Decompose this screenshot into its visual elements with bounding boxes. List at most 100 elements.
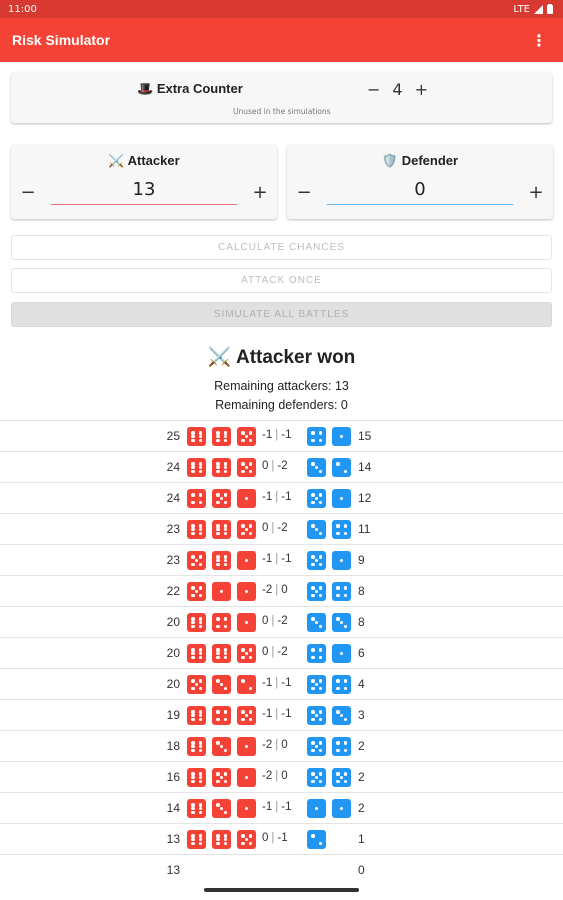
defender-die-2-icon bbox=[307, 830, 326, 849]
remaining-attackers: Remaining attackers: 13 bbox=[214, 379, 349, 393]
defender-plus-button[interactable]: + bbox=[519, 182, 553, 203]
defender-count: 1 bbox=[358, 832, 365, 846]
defender-loss: -1 bbox=[281, 677, 292, 689]
defender-die-4-icon bbox=[332, 582, 351, 601]
defender-dice bbox=[307, 706, 351, 725]
attacker-minus-button[interactable]: − bbox=[11, 182, 45, 203]
attacker-die-5-icon bbox=[237, 458, 256, 477]
attacker-die-5-icon bbox=[212, 768, 231, 787]
attacker-die-1-icon bbox=[237, 799, 256, 818]
defender-count: 12 bbox=[358, 491, 372, 505]
extra-counter-minus-button[interactable]: − bbox=[367, 80, 380, 99]
attacker-dice bbox=[187, 582, 256, 601]
defender-die-5-icon bbox=[307, 768, 326, 787]
defender-die-3-icon bbox=[307, 613, 326, 632]
defender-count: 2 bbox=[358, 739, 365, 753]
defender-count: 0 bbox=[358, 863, 365, 877]
defender-title: 🛡️ Defender bbox=[287, 153, 553, 169]
defender-die-1-icon bbox=[332, 489, 351, 508]
loss-summary: -1 | -1 bbox=[262, 429, 291, 441]
attacker-die-4-icon bbox=[212, 706, 231, 725]
battle-row: 23 0 | -2 11 bbox=[0, 513, 563, 544]
attacker-die-6-icon bbox=[187, 706, 206, 725]
top-hat-icon: 🎩 bbox=[137, 81, 154, 96]
attacker-die-2-icon bbox=[237, 675, 256, 694]
status-icons: LTE bbox=[513, 4, 553, 15]
attacker-loss: -1 bbox=[262, 708, 273, 720]
defender-input[interactable]: 0 bbox=[327, 179, 513, 205]
battle-row: 16 -2 | 0 2 bbox=[0, 761, 563, 792]
attacker-die-6-icon bbox=[212, 427, 231, 446]
battle-row: 20 -1 | -1 4 bbox=[0, 668, 563, 699]
defender-dice bbox=[307, 551, 351, 570]
defender-loss: -1 bbox=[281, 553, 292, 565]
attacker-die-6-icon bbox=[212, 644, 231, 663]
defender-count: 6 bbox=[358, 646, 365, 660]
attacker-dice bbox=[187, 489, 256, 508]
loss-separator: | bbox=[275, 553, 279, 565]
extra-counter-plus-button[interactable]: + bbox=[415, 80, 428, 99]
battle-row: 24 -1 | -1 12 bbox=[0, 482, 563, 513]
attacker-loss: -1 bbox=[262, 429, 273, 441]
loss-summary: -2 | 0 bbox=[262, 584, 288, 596]
battle-row: 19 -1 | -1 3 bbox=[0, 699, 563, 730]
battle-row: 22 -2 | 0 8 bbox=[0, 575, 563, 606]
defender-loss: -2 bbox=[277, 615, 288, 627]
simulate-all-battles-button[interactable]: SIMULATE ALL BATTLES bbox=[11, 302, 552, 327]
attacker-die-4-icon bbox=[212, 613, 231, 632]
attacker-count: 13 bbox=[166, 863, 180, 877]
battle-row: 13 0 bbox=[0, 854, 563, 885]
home-indicator[interactable] bbox=[204, 888, 359, 892]
more-vert-icon[interactable]: ⋮ bbox=[529, 31, 549, 50]
loss-separator: | bbox=[275, 491, 279, 503]
battery-icon bbox=[547, 4, 553, 14]
attacker-loss: -1 bbox=[262, 801, 273, 813]
attacker-die-6-icon bbox=[187, 427, 206, 446]
defender-dice bbox=[307, 427, 351, 446]
defender-label: Defender bbox=[401, 153, 459, 168]
attacker-die-5-icon bbox=[237, 830, 256, 849]
attacker-die-6-icon bbox=[187, 520, 206, 539]
attacker-dice bbox=[187, 737, 256, 756]
defender-die-4-icon bbox=[307, 644, 326, 663]
attacker-die-5-icon bbox=[187, 675, 206, 694]
defender-count: 15 bbox=[358, 429, 372, 443]
attacker-loss: -1 bbox=[262, 491, 273, 503]
attacker-die-1-icon bbox=[237, 489, 256, 508]
defender-count: 3 bbox=[358, 708, 365, 722]
defender-dice bbox=[307, 737, 351, 756]
attacker-die-3-icon bbox=[212, 799, 231, 818]
calculate-chances-button[interactable]: CALCULATE CHANCES bbox=[11, 235, 552, 260]
loss-separator: | bbox=[275, 739, 279, 751]
defender-die-1-icon bbox=[332, 799, 351, 818]
defender-loss: -1 bbox=[277, 832, 288, 844]
defender-dice bbox=[307, 675, 351, 694]
attacker-plus-button[interactable]: + bbox=[243, 182, 277, 203]
attacker-label: Attacker bbox=[127, 153, 180, 168]
loss-summary: -2 | 0 bbox=[262, 770, 288, 782]
defender-loss: 0 bbox=[281, 739, 288, 751]
defender-loss: 0 bbox=[281, 770, 288, 782]
defender-loss: -1 bbox=[281, 801, 292, 813]
defender-count: 2 bbox=[358, 801, 365, 815]
defender-minus-button[interactable]: − bbox=[287, 182, 321, 203]
loss-summary: 0 | -2 bbox=[262, 522, 288, 534]
defender-die-5-icon bbox=[307, 675, 326, 694]
defender-die-1-icon bbox=[332, 427, 351, 446]
defender-count: 14 bbox=[358, 460, 372, 474]
defender-dice bbox=[307, 489, 351, 508]
loss-summary: -1 | -1 bbox=[262, 708, 291, 720]
defender-loss: -1 bbox=[281, 429, 292, 441]
app-bar: Risk Simulator ⋮ bbox=[0, 18, 563, 62]
loss-separator: | bbox=[275, 801, 279, 813]
attacker-input[interactable]: 13 bbox=[51, 179, 237, 205]
attack-once-button[interactable]: ATTACK ONCE bbox=[11, 268, 552, 293]
attacker-count: 23 bbox=[166, 553, 180, 567]
attacker-count: 20 bbox=[166, 615, 180, 629]
crossed-swords-icon: ⚔️ bbox=[207, 347, 232, 368]
app-title: Risk Simulator bbox=[12, 32, 111, 48]
attacker-count: 22 bbox=[166, 584, 180, 598]
defender-die-4-icon bbox=[332, 737, 351, 756]
attacker-loss: -1 bbox=[262, 677, 273, 689]
defender-die-1-icon bbox=[332, 644, 351, 663]
